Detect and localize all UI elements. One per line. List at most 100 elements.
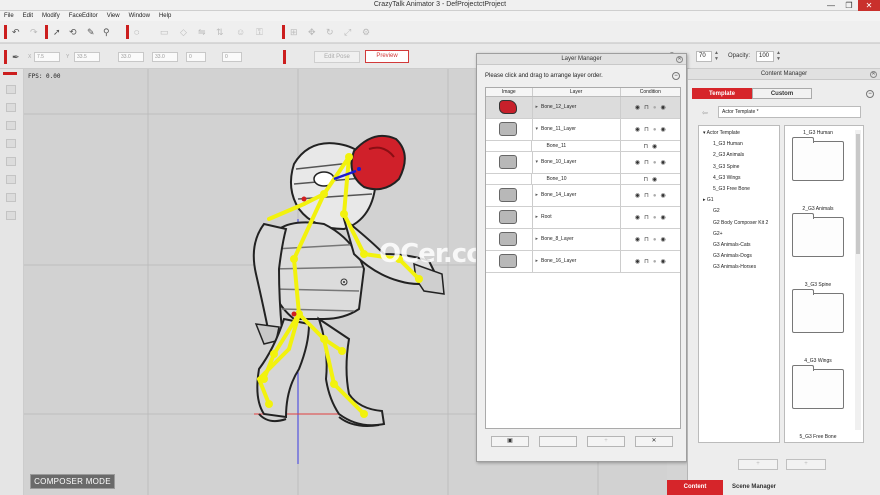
- layer-row[interactable]: ▸ Bone_16_Layer ◉ ⊓ ● ◉: [486, 251, 680, 273]
- lock-icon[interactable]: ⊓: [643, 176, 648, 183]
- scale-icon[interactable]: ⤢: [344, 27, 351, 37]
- tab-template[interactable]: Template: [692, 88, 752, 99]
- bone-tool-icon[interactable]: ✎: [87, 27, 95, 37]
- key-icon[interactable]: ⚿: [256, 27, 263, 37]
- visibility-icon[interactable]: ◉: [635, 236, 640, 243]
- menu-file[interactable]: File: [4, 11, 14, 21]
- layer-row[interactable]: ▸ Bone_14_Layer ◉ ⊓ ● ◉: [486, 185, 680, 207]
- visibility-icon[interactable]: ◉: [652, 143, 657, 150]
- content-manager-titlebar[interactable]: Content Manager ✕: [688, 69, 880, 80]
- template-item[interactable]: 4_G3 Wings: [785, 358, 851, 409]
- dot-icon[interactable]: ●: [653, 215, 657, 221]
- tree-item[interactable]: 1_G3 Human: [699, 139, 779, 150]
- dot-icon[interactable]: ●: [653, 259, 657, 265]
- sprite-icon[interactable]: ▭: [160, 27, 169, 37]
- template-grid-scrollbar[interactable]: [855, 130, 861, 430]
- eye-icon[interactable]: ◉: [660, 104, 665, 111]
- lock-icon[interactable]: ⊓: [644, 104, 649, 111]
- edit-pose-button[interactable]: Edit Pose: [314, 51, 360, 63]
- menu-window[interactable]: Window: [129, 11, 150, 21]
- tree-item[interactable]: 2_G3 Animals: [699, 150, 779, 161]
- zoom-spin-down-icon[interactable]: ▼: [714, 57, 719, 62]
- menu-edit[interactable]: Edit: [23, 11, 33, 21]
- add-to-template-button[interactable]: +: [738, 459, 778, 470]
- eye-icon[interactable]: ◉: [660, 192, 665, 199]
- dot-icon[interactable]: ●: [653, 105, 657, 111]
- face-icon[interactable]: ☺: [236, 27, 245, 37]
- rotation-field[interactable]: 0: [186, 52, 206, 62]
- eye-icon[interactable]: ◉: [660, 126, 665, 133]
- collapse-arrow-icon[interactable]: ▸: [536, 237, 539, 242]
- rail-tool-4-icon[interactable]: [6, 139, 16, 148]
- move-icon[interactable]: ✥: [308, 27, 316, 37]
- layer-row[interactable]: ▸ Bone_12_Layer ◉ ⊓ ● ◉: [486, 97, 680, 119]
- eye-icon[interactable]: ◉: [660, 258, 665, 265]
- rail-tool-8-icon[interactable]: [6, 211, 16, 220]
- template-item[interactable]: 5_G3 Free Bone: [785, 434, 851, 440]
- visibility-icon[interactable]: ◉: [635, 192, 640, 199]
- tree-item[interactable]: ▸ G1: [699, 195, 779, 206]
- visibility-icon[interactable]: ◉: [635, 214, 640, 221]
- collapse-arrow-icon[interactable]: ▸: [536, 193, 539, 198]
- menu-faceeditor[interactable]: FaceEditor: [69, 11, 98, 21]
- flip-icon[interactable]: ⇅: [216, 27, 224, 37]
- lasso-icon[interactable]: ◌: [134, 27, 139, 37]
- eye-icon[interactable]: ◉: [660, 159, 665, 166]
- collapse-arrow-icon[interactable]: ▸: [536, 215, 539, 220]
- collapse-arrow-icon[interactable]: ▸: [536, 259, 539, 264]
- dot-icon[interactable]: ●: [653, 160, 657, 166]
- content-manager-close-icon[interactable]: ✕: [870, 71, 877, 78]
- tree-item[interactable]: G3 Animals-Cats: [699, 240, 779, 251]
- template-item[interactable]: 2_G3 Animals: [785, 206, 851, 257]
- layer-new-group-button[interactable]: ▣: [491, 436, 529, 447]
- rail-tool-7-icon[interactable]: [6, 193, 16, 202]
- template-item[interactable]: 3_G3 Spine: [785, 282, 851, 333]
- lock-icon[interactable]: ⊓: [644, 192, 649, 199]
- dot-icon[interactable]: ●: [653, 193, 657, 199]
- layer-add-button[interactable]: +: [587, 436, 625, 447]
- menu-help[interactable]: Help: [159, 11, 171, 21]
- rail-tool-1-icon[interactable]: [6, 85, 16, 94]
- opacity-field[interactable]: 100: [756, 51, 774, 62]
- tree-item[interactable]: G3 Animals-Dogs: [699, 251, 779, 262]
- transform-icon[interactable]: ⟲: [69, 27, 77, 37]
- rail-tool-2-icon[interactable]: [6, 103, 16, 112]
- visibility-icon[interactable]: ◉: [635, 159, 640, 166]
- lock-icon[interactable]: ⊓: [644, 159, 649, 166]
- template-path-field[interactable]: Actor Template *: [718, 106, 861, 118]
- visibility-icon[interactable]: ◉: [635, 258, 640, 265]
- add-to-custom-button[interactable]: +: [786, 459, 826, 470]
- expand-arrow-icon[interactable]: ▾: [536, 160, 539, 165]
- tab-custom[interactable]: Custom: [752, 88, 812, 99]
- dot-icon[interactable]: ●: [653, 127, 657, 133]
- layer-manager-titlebar[interactable]: Layer Manager ✕: [477, 54, 686, 65]
- menu-modify[interactable]: Modify: [42, 11, 60, 21]
- composer-mode-button[interactable]: COMPOSER MODE: [30, 474, 115, 489]
- layer-row[interactable]: Bone_10 ⊓ ◉: [486, 174, 680, 185]
- lock-icon[interactable]: ⊓: [644, 214, 649, 221]
- height-field[interactable]: 33.0: [152, 52, 178, 62]
- content-manager-collapse-icon[interactable]: −: [866, 90, 874, 98]
- tab-content-manager[interactable]: Content Manager: [667, 480, 723, 495]
- gear-icon[interactable]: ⚙: [362, 27, 370, 37]
- select-icon[interactable]: ➚: [53, 27, 61, 37]
- pin-icon[interactable]: ⚲: [103, 27, 110, 37]
- lock-icon[interactable]: ⊓: [644, 258, 649, 265]
- layer-row[interactable]: ▸ Root ◉ ⊓ ● ◉: [486, 207, 680, 229]
- visibility-icon[interactable]: ◉: [652, 176, 657, 183]
- tree-item[interactable]: 5_G3 Free Bone: [699, 184, 779, 195]
- pen-icon[interactable]: ✒: [12, 52, 20, 62]
- menu-view[interactable]: View: [107, 11, 120, 21]
- maximize-button[interactable]: ❐: [840, 0, 858, 11]
- layer-row[interactable]: ▸ Bone_8_Layer ◉ ⊓ ● ◉: [486, 229, 680, 251]
- tree-item[interactable]: 4_G3 Wings: [699, 173, 779, 184]
- eye-icon[interactable]: ◉: [660, 214, 665, 221]
- preview-button[interactable]: Preview: [365, 50, 409, 63]
- redo-icon[interactable]: ↷: [30, 27, 38, 37]
- visibility-icon[interactable]: ◉: [635, 126, 640, 133]
- rail-tool-6-icon[interactable]: [6, 175, 16, 184]
- x-field[interactable]: 7.5: [34, 52, 60, 62]
- tree-item[interactable]: G2 Body Composer Kit 2: [699, 218, 779, 229]
- expand-arrow-icon[interactable]: ▾: [536, 127, 539, 132]
- tree-item[interactable]: G2: [699, 206, 779, 217]
